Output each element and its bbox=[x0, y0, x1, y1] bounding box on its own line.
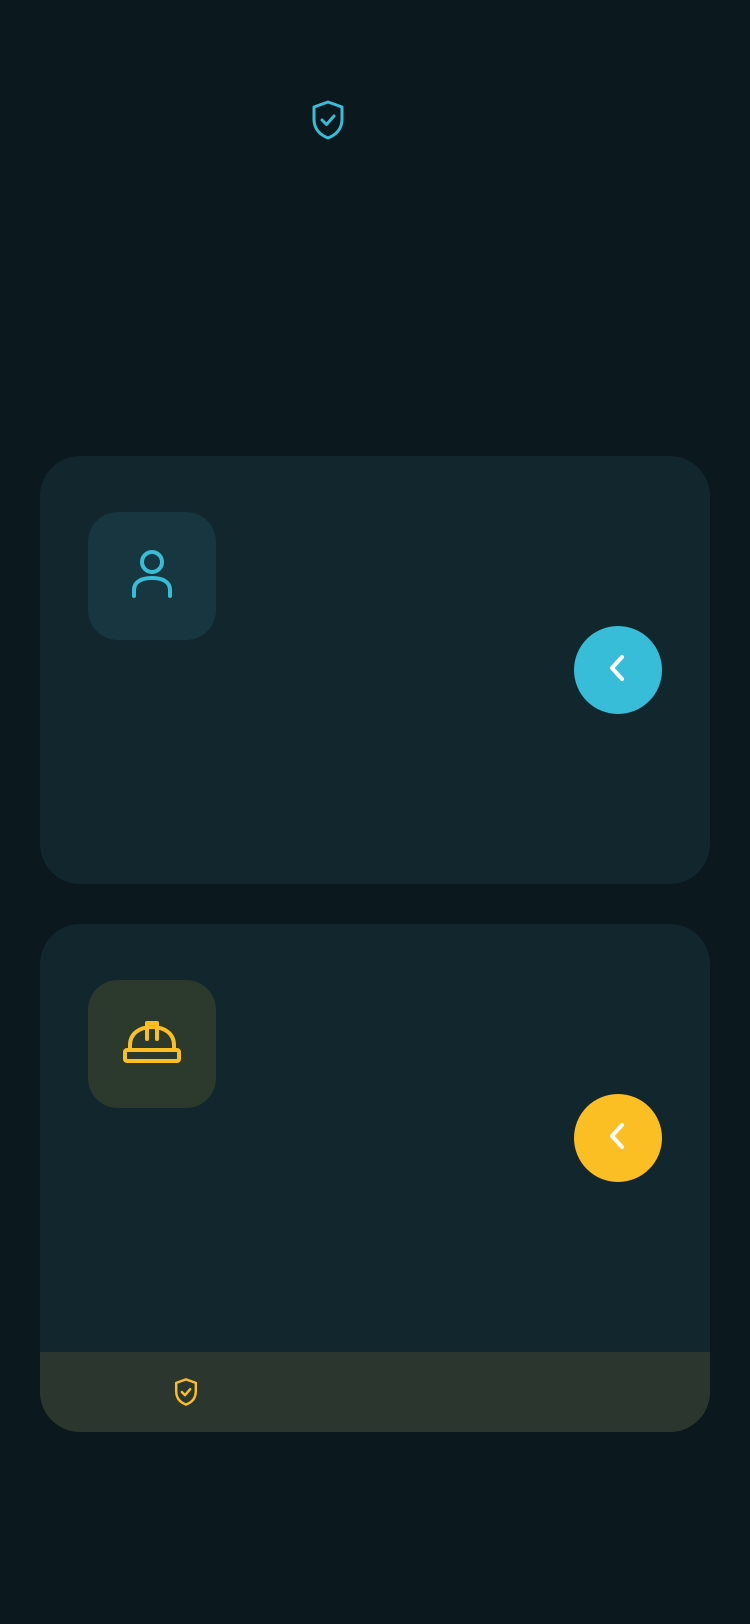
role-card-contractor[interactable] bbox=[40, 924, 710, 1432]
hard-hat-icon bbox=[122, 1019, 182, 1070]
role-icon-tile bbox=[88, 512, 216, 640]
shield-check-icon bbox=[174, 1378, 198, 1406]
role-icon-tile bbox=[88, 980, 216, 1108]
chevron-left-icon bbox=[606, 1120, 630, 1157]
select-contractor-button[interactable] bbox=[574, 1094, 662, 1182]
shield-check-icon bbox=[311, 100, 345, 140]
select-worker-button[interactable] bbox=[574, 626, 662, 714]
user-icon bbox=[130, 548, 174, 605]
chevron-left-icon bbox=[606, 652, 630, 689]
role-card-worker[interactable] bbox=[40, 456, 710, 884]
card-footer bbox=[40, 1352, 710, 1432]
